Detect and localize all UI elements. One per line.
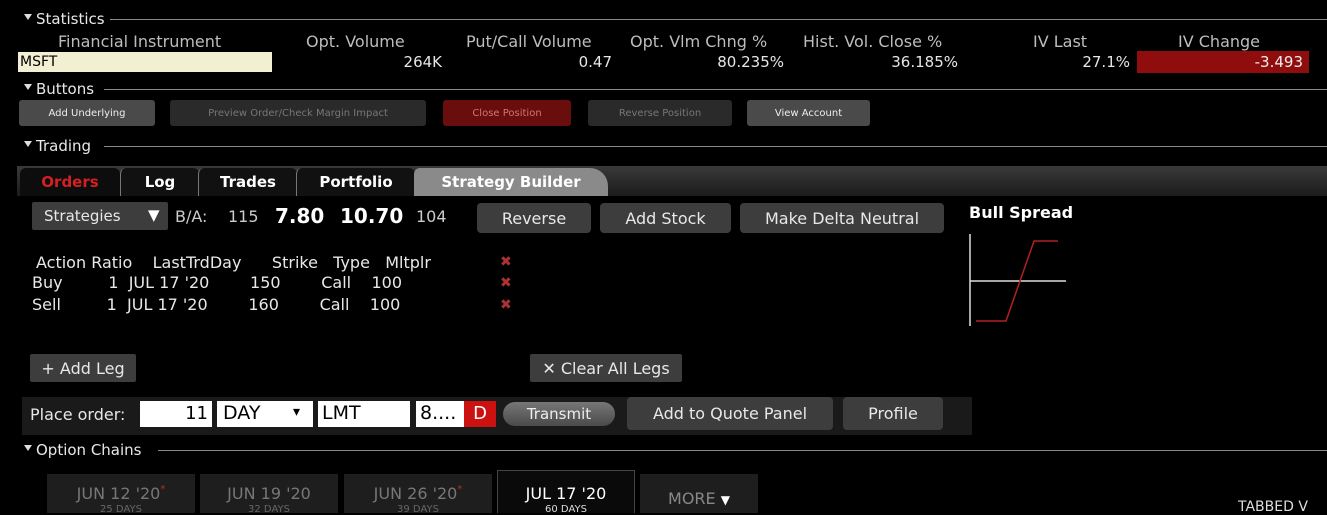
add-leg-button[interactable]: + Add Leg xyxy=(30,354,136,382)
dropdown-arrow-icon: ▼ xyxy=(148,206,160,224)
ask-size: 104 xyxy=(416,207,447,226)
legs-header: Action Ratio LastTrdDay Strike Type Mltp… xyxy=(36,253,431,272)
section-divider xyxy=(158,450,1327,451)
strategy-name: Bull Spread xyxy=(969,203,1074,222)
opt-volume-value: 264K xyxy=(403,53,442,71)
remove-all-icon[interactable]: ✖ xyxy=(500,254,512,270)
iv-last-value: 27.1% xyxy=(1082,53,1130,71)
close-position-button[interactable]: Close Position xyxy=(443,100,571,126)
payoff-diagram xyxy=(969,234,1066,326)
header-opt-volume: Opt. Volume xyxy=(306,32,405,51)
statistics-section-label: Statistics xyxy=(36,10,110,28)
chevron-down-icon: ▾ xyxy=(293,404,301,420)
section-divider xyxy=(104,146,1327,147)
add-to-quote-panel-button[interactable]: Add to Quote Panel xyxy=(627,397,833,430)
section-divider xyxy=(110,19,1327,20)
expiry-date: JUN 12 '20 xyxy=(76,484,161,503)
ask-price: 10.70 xyxy=(340,204,404,228)
header-financial-instrument: Financial Instrument xyxy=(58,32,222,51)
expiry-date: JUN 26 '20 xyxy=(373,484,458,503)
header-put-call-volume: Put/Call Volume xyxy=(466,32,592,51)
leg-row-1[interactable]: Buy 1 JUL 17 '20 150 Call 100 xyxy=(32,273,402,292)
header-iv-last: IV Last xyxy=(1033,32,1088,51)
collapse-triangle-icon[interactable] xyxy=(24,141,32,147)
expiry-days: 39 DAYS xyxy=(397,504,439,515)
place-order-label: Place order: xyxy=(30,405,126,424)
tif-value: DAY xyxy=(223,402,261,424)
option-chains-section-header[interactable]: Option Chains xyxy=(0,441,1327,461)
expiry-date: JUL 17 '20 xyxy=(525,484,607,503)
section-divider xyxy=(104,89,1327,90)
reverse-button[interactable]: Reverse xyxy=(477,203,591,233)
leg-row-2[interactable]: Sell 1 JUL 17 '20 160 Call 100 xyxy=(32,295,400,314)
expiry-tab-active[interactable]: JUL 17 '20 60 DAYS xyxy=(497,470,635,515)
iv-change-value: -3.493 xyxy=(1137,51,1309,73)
put-call-value: 0.47 xyxy=(578,53,612,71)
buttons-section-header[interactable]: Buttons xyxy=(0,80,1327,100)
header-hist-vol-close: Hist. Vol. Close % xyxy=(803,32,943,51)
collapse-triangle-icon[interactable] xyxy=(24,84,32,90)
tab-trades[interactable]: Trades xyxy=(198,168,297,196)
buttons-section-label: Buttons xyxy=(36,80,100,98)
order-type-value: LMT xyxy=(322,402,361,424)
remove-leg-icon[interactable]: ✖ xyxy=(500,297,512,313)
clear-all-legs-button[interactable]: ✕ Clear All Legs xyxy=(530,354,682,382)
tab-log[interactable]: Log xyxy=(120,168,199,196)
bid-size: 115 xyxy=(228,207,259,226)
more-tab[interactable]: MORE ▼ xyxy=(640,474,758,513)
expiry-tab[interactable]: JUN 19 '20 32 DAYS xyxy=(200,474,338,515)
add-underlying-button[interactable]: Add Underlying xyxy=(19,100,155,126)
expiry-tab[interactable]: JUN 12 '20* 25 DAYS xyxy=(47,474,195,515)
expiry-days: 32 DAYS xyxy=(248,504,290,515)
strategies-dropdown[interactable]: Strategies ▼ xyxy=(32,202,168,230)
expiry-date: JUN 19 '20 xyxy=(227,484,311,503)
header-iv-change: IV Change xyxy=(1178,32,1261,51)
hist-vol-value: 36.185% xyxy=(891,53,958,71)
instrument-field[interactable]: MSFT xyxy=(18,52,272,72)
trading-section-label: Trading xyxy=(36,137,97,155)
transmit-button[interactable]: Transmit xyxy=(503,402,615,426)
add-stock-button[interactable]: Add Stock xyxy=(600,203,731,233)
bid-price: 7.80 xyxy=(275,204,325,228)
header-opt-vlm-chng: Opt. Vlm Chng % xyxy=(630,32,768,51)
quantity-input[interactable]: 11 xyxy=(140,401,212,427)
collapse-triangle-icon[interactable] xyxy=(24,14,32,20)
option-chains-section-label: Option Chains xyxy=(36,441,147,459)
price-input[interactable]: 8.... xyxy=(416,401,464,427)
expiry-days: 25 DAYS xyxy=(100,504,142,515)
preview-order-button[interactable]: Preview Order/Check Margin Impact xyxy=(170,100,426,126)
expiry-tab[interactable]: JUN 26 '20* 39 DAYS xyxy=(344,474,492,515)
bid-ask-label: B/A: xyxy=(175,207,208,226)
tif-select[interactable]: DAY ▾ xyxy=(217,401,313,427)
tab-strategy-builder[interactable]: Strategy Builder xyxy=(414,168,608,196)
collapse-triangle-icon[interactable] xyxy=(24,445,32,451)
expiry-days: 60 DAYS xyxy=(545,504,587,515)
order-type-select[interactable]: LMT xyxy=(318,401,410,427)
trading-section-header[interactable]: Trading xyxy=(0,137,1327,157)
profile-button[interactable]: Profile xyxy=(843,397,943,430)
more-label: MORE xyxy=(668,489,716,508)
strategies-label: Strategies xyxy=(44,207,121,225)
price-value: 8.... xyxy=(420,402,457,424)
make-delta-neutral-button[interactable]: Make Delta Neutral xyxy=(740,203,944,233)
statistics-section-header[interactable]: Statistics xyxy=(0,10,1327,30)
reverse-position-button[interactable]: Reverse Position xyxy=(588,100,732,126)
price-flag-badge[interactable]: D xyxy=(464,401,496,427)
tab-portfolio[interactable]: Portfolio xyxy=(296,168,415,196)
remove-leg-icon[interactable]: ✖ xyxy=(500,275,512,291)
opt-vlm-chng-value: 80.235% xyxy=(717,53,784,71)
view-account-button[interactable]: View Account xyxy=(747,100,870,126)
tab-orders[interactable]: Orders xyxy=(20,168,120,196)
chevron-down-icon: ▼ xyxy=(720,493,730,507)
